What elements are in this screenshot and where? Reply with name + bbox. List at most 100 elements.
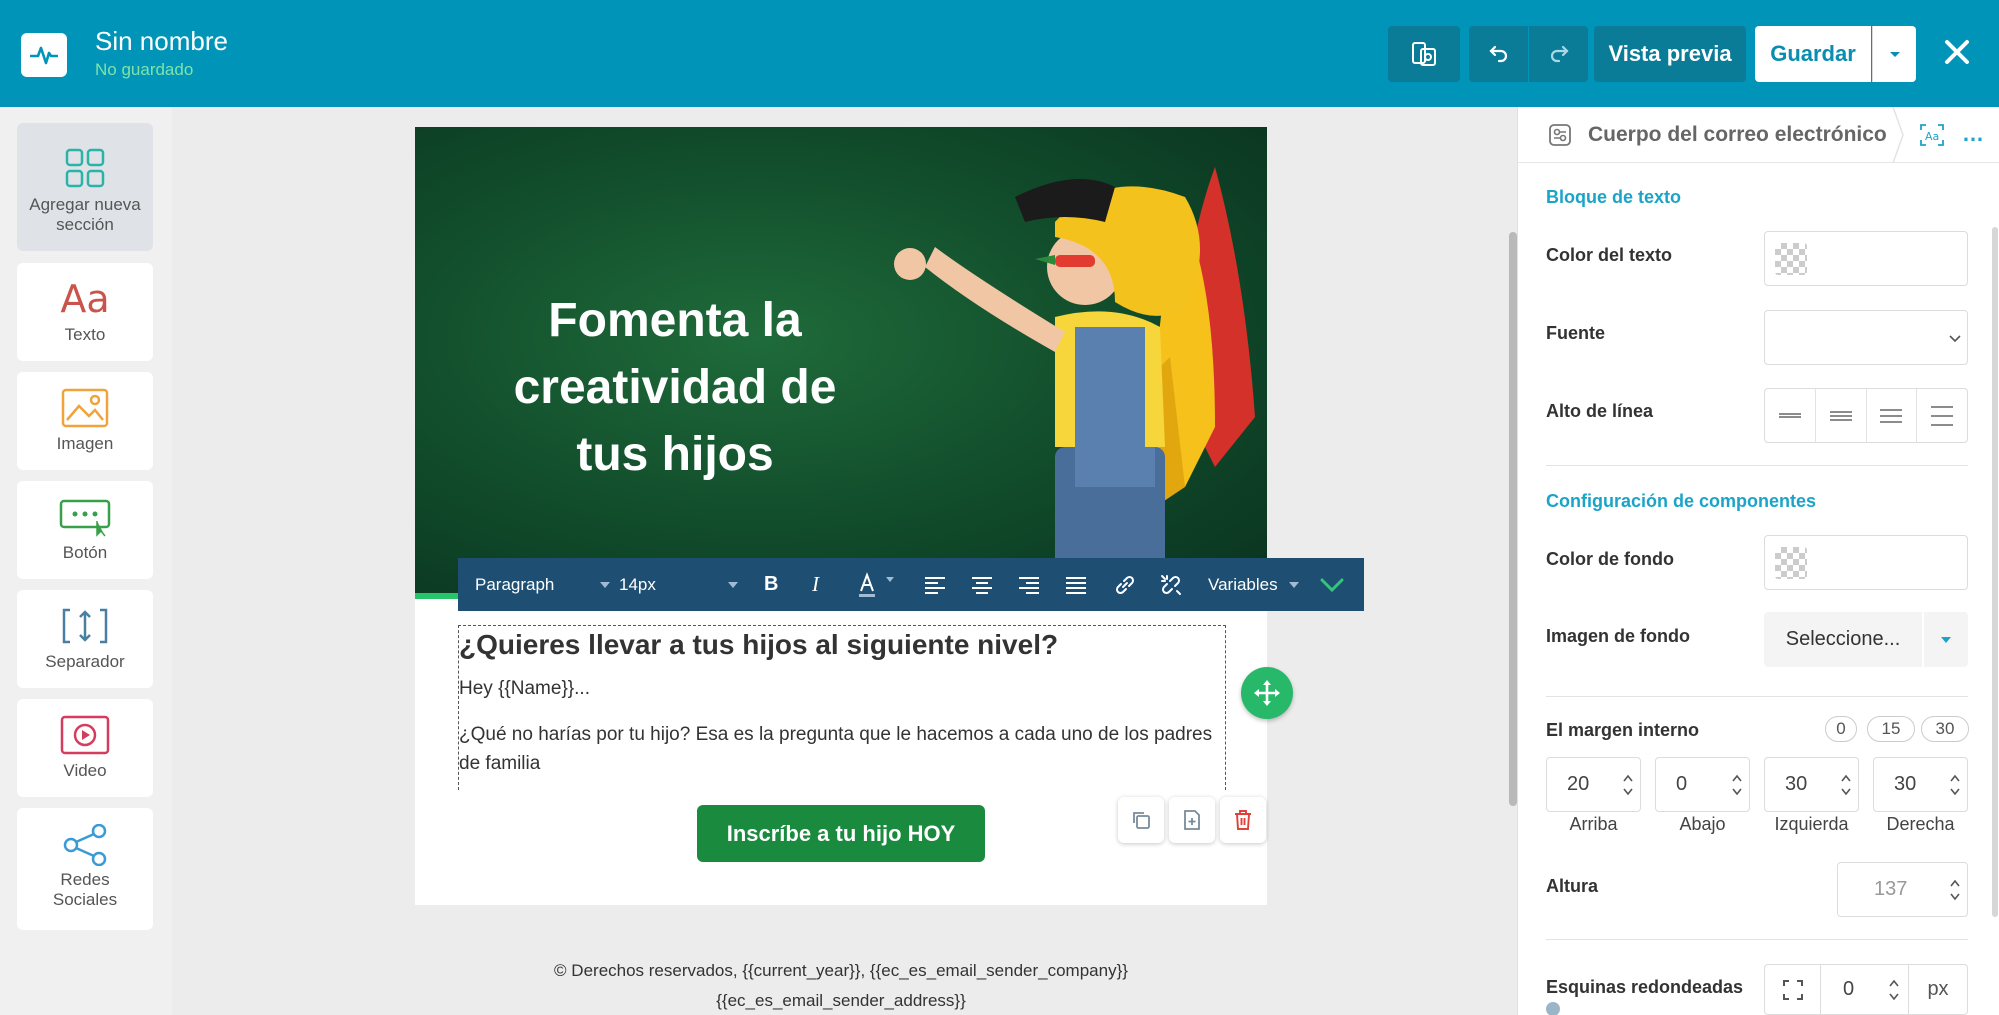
- save-options-dropdown[interactable]: [1872, 26, 1916, 82]
- font-color-icon: [859, 571, 894, 597]
- app-logo[interactable]: [21, 33, 67, 77]
- text-block-section: Bloque de texto: [1546, 187, 1682, 207]
- font-size-select[interactable]: 14px: [619, 558, 743, 611]
- caret-down-icon: [600, 581, 610, 588]
- remove-link-button[interactable]: [1159, 558, 1183, 611]
- bg-color-picker[interactable]: [1764, 535, 1968, 590]
- properties-panel: Cuerpo del correo electrónico Aa … Bloqu…: [1517, 107, 1999, 1015]
- padding-preset-30[interactable]: 30: [1921, 716, 1969, 742]
- line-height-4-icon: [1931, 405, 1954, 426]
- justify-button[interactable]: [1065, 558, 1087, 611]
- line-height-3-icon: [1880, 408, 1903, 423]
- align-left-button[interactable]: [924, 558, 946, 611]
- text-style-icon[interactable]: Aa: [1919, 123, 1945, 147]
- height-input[interactable]: 137: [1837, 862, 1968, 917]
- italic-button[interactable]: I: [812, 558, 819, 611]
- text-format-toolbar: Paragraph 14px B I Variables: [458, 558, 1364, 611]
- padding-right-caption: Derecha: [1886, 814, 1955, 834]
- line-height-relaxed[interactable]: [1867, 389, 1918, 442]
- padding-left-input[interactable]: 30: [1764, 757, 1859, 812]
- transparent-swatch: [1775, 547, 1807, 579]
- spinner-icon[interactable]: [1949, 770, 1961, 800]
- link-icon: [1115, 575, 1135, 594]
- align-center-button[interactable]: [971, 558, 993, 611]
- document-title[interactable]: Sin nombre: [95, 26, 228, 57]
- padding-preset-0[interactable]: 0: [1825, 716, 1857, 742]
- block-format-select[interactable]: Paragraph: [475, 558, 610, 611]
- border-radius-label: Esquinas redondeadas: [1546, 977, 1744, 997]
- spinner-icon[interactable]: [1888, 975, 1900, 1005]
- hero-image[interactable]: Fomenta la creatividad de tus hijos: [415, 127, 1267, 597]
- padding-right-input[interactable]: 30: [1873, 757, 1968, 812]
- bg-image-dropdown-toggle[interactable]: [1924, 612, 1968, 667]
- radius-input[interactable]: 0: [1821, 965, 1909, 1014]
- svg-text:Aa: Aa: [1925, 130, 1939, 143]
- radius-unit[interactable]: px: [1909, 965, 1967, 1014]
- text-block[interactable]: ¿Quieres llevar a tus hijos al siguiente…: [458, 625, 1226, 790]
- line-height-options: [1764, 388, 1968, 443]
- template-assets-button[interactable]: [1388, 26, 1460, 82]
- line-height-loose[interactable]: [1917, 389, 1967, 442]
- text-color-button[interactable]: [856, 558, 896, 611]
- button-tool[interactable]: Botón: [17, 481, 153, 579]
- align-right-button[interactable]: [1018, 558, 1040, 611]
- footer-address: {{ec_es_email_sender_address}}: [716, 991, 966, 1010]
- text-color-label: Color del texto: [1546, 245, 1673, 265]
- add-section-tool[interactable]: Agregar nueva sección: [17, 123, 153, 251]
- canvas-scrollbar[interactable]: [1509, 232, 1517, 806]
- text-color-picker[interactable]: [1764, 231, 1968, 286]
- align-justify-icon: [1066, 576, 1086, 594]
- add-file-icon: [1184, 810, 1200, 830]
- spinner-icon[interactable]: [1840, 770, 1852, 800]
- spinner-icon[interactable]: [1949, 875, 1961, 905]
- insert-link-button[interactable]: [1113, 558, 1137, 611]
- line-height-2-icon: [1829, 410, 1852, 421]
- line-height-normal[interactable]: [1816, 389, 1867, 442]
- video-tool[interactable]: Video: [17, 699, 153, 797]
- info-icon[interactable]: [1546, 1002, 1560, 1015]
- padding-bottom-input[interactable]: 0: [1655, 757, 1750, 812]
- format-value: Paragraph: [475, 574, 555, 594]
- variables-dropdown[interactable]: Variables: [1208, 558, 1308, 611]
- tool-label: Redes Sociales: [52, 870, 118, 909]
- image-tool[interactable]: Imagen: [17, 372, 153, 470]
- panel-scrollbar[interactable]: [1992, 227, 1998, 917]
- padding-preset-15[interactable]: 15: [1867, 716, 1915, 742]
- save-block-button[interactable]: [1169, 797, 1215, 843]
- font-select[interactable]: [1764, 310, 1968, 365]
- preview-button[interactable]: Vista previa: [1594, 26, 1746, 82]
- padding-top-value: 20: [1567, 773, 1590, 795]
- redo-button[interactable]: [1529, 26, 1588, 82]
- line-height-tight[interactable]: [1765, 389, 1816, 442]
- more-options-icon[interactable]: …: [1962, 121, 1984, 147]
- chevron-down-icon: [1949, 335, 1961, 343]
- tool-label: Botón: [62, 543, 108, 562]
- separator-tool[interactable]: Separador: [17, 590, 153, 688]
- greeting-text[interactable]: Hey {{Name}}...: [459, 678, 590, 700]
- redo-icon: [1550, 45, 1569, 63]
- image-icon: [61, 388, 109, 428]
- drag-handle[interactable]: [1241, 667, 1293, 719]
- close-button[interactable]: [1938, 30, 1976, 74]
- text-tool[interactable]: Aa Texto: [17, 263, 153, 361]
- content-heading[interactable]: ¿Quieres llevar a tus hijos al siguiente…: [459, 629, 1058, 661]
- cta-button[interactable]: Inscríbe a tu hijo HOY: [697, 805, 985, 862]
- save-button[interactable]: Guardar: [1755, 26, 1871, 82]
- pulse-icon: [30, 46, 58, 65]
- padding-top-input[interactable]: 20: [1546, 757, 1641, 812]
- spinner-icon[interactable]: [1731, 770, 1743, 800]
- align-center-icon: [972, 576, 992, 594]
- padding-left-value: 30: [1785, 773, 1808, 795]
- bold-button[interactable]: B: [764, 558, 778, 611]
- undo-button[interactable]: [1469, 26, 1528, 82]
- radius-link-toggle[interactable]: [1765, 965, 1821, 1014]
- delete-block-button[interactable]: [1220, 797, 1266, 843]
- spinner-icon[interactable]: [1622, 770, 1634, 800]
- confirm-edit-button[interactable]: [1320, 558, 1344, 611]
- social-tool[interactable]: Redes Sociales: [17, 808, 153, 930]
- text-icon: Aa: [60, 277, 110, 321]
- duplicate-block-button[interactable]: [1118, 797, 1164, 843]
- bg-image-select[interactable]: Seleccione...: [1764, 612, 1968, 667]
- body-text[interactable]: ¿Qué no harías por tu hijo? Esa es la pr…: [459, 720, 1219, 778]
- line-height-label: Alto de línea: [1546, 401, 1654, 421]
